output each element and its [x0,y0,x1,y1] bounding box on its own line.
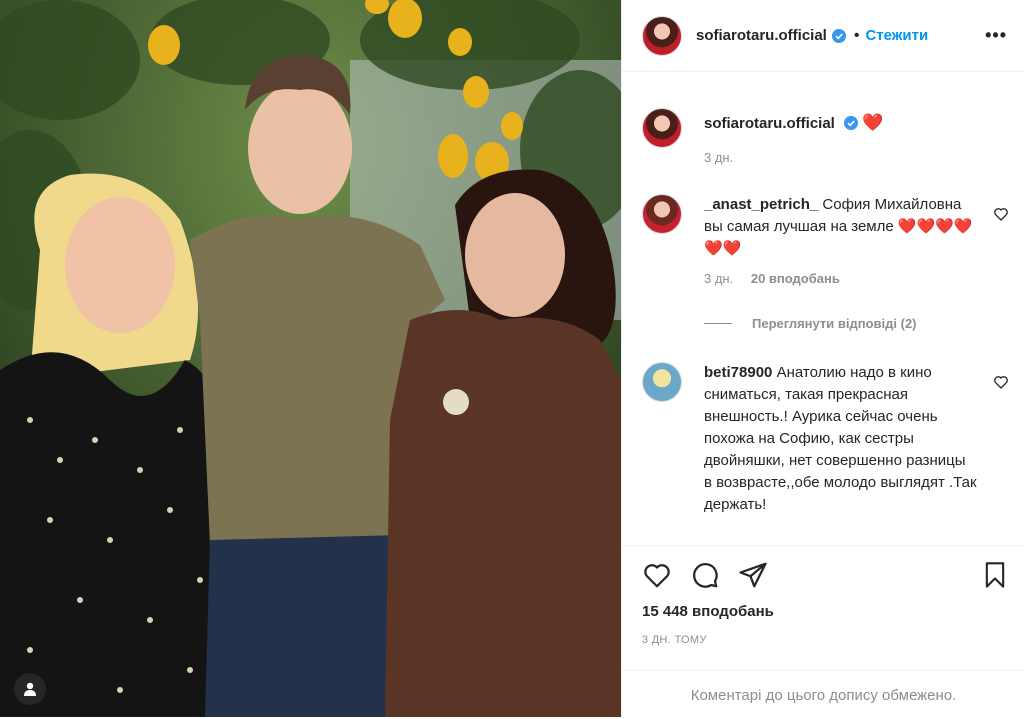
caption-time[interactable]: 3 дн. [704,150,733,165]
verified-badge-icon [831,28,846,43]
post-photo[interactable] [0,0,621,717]
post-actions: 15 448 вподобань 3 ДН. ТОМУ Коментарі до… [622,545,1024,718]
comment-text: Анатолию надо в кино сниматься, такая пр… [704,364,977,513]
replies-divider [704,323,732,324]
post-header: sofiarotaru.official • Стежити ••• [622,0,1024,72]
like-comment-heart-icon[interactable] [993,374,1009,390]
commenter-avatar[interactable] [642,194,682,234]
comment-time[interactable]: 3 дн. [704,271,733,286]
comment-likes[interactable]: 20 вподобань [751,271,840,286]
follow-button[interactable]: Стежити [865,27,928,44]
verified-badge-icon [844,116,859,130]
comment-bubble-icon[interactable] [690,560,720,590]
comment-username[interactable]: beti78900 [704,364,772,381]
view-replies-button[interactable]: Переглянути відповіді (2) [704,316,917,331]
post-sidebar: sofiarotaru.official • Стежити ••• sofia… [621,0,1024,717]
commenter-avatar[interactable] [642,362,682,402]
author-username[interactable]: sofiarotaru.official [696,27,827,44]
like-comment-heart-icon[interactable] [993,206,1009,222]
author-avatar[interactable] [642,15,682,56]
post-date[interactable]: 3 ДН. ТОМУ [642,634,707,646]
action-icons-bar [642,560,1009,592]
comments-list[interactable]: sofiarotaru.official ❤️ 3 дн. _anast_pet… [622,90,1024,540]
caption-avatar[interactable] [642,108,682,148]
separator-dot: • [853,26,860,44]
caption-username[interactable]: sofiarotaru.official [704,115,835,132]
share-paper-plane-icon[interactable] [738,560,768,590]
save-bookmark-icon[interactable] [981,560,1009,590]
post-image [0,0,621,717]
view-replies-label: Переглянути відповіді (2) [752,316,917,331]
like-heart-icon[interactable] [642,560,672,590]
caption-text: ❤️ [862,113,884,132]
user-icon [24,682,36,696]
tagged-users-button[interactable] [14,673,46,705]
comment-username[interactable]: _anast_petrich_ [704,196,818,213]
post-likes-count[interactable]: 15 448 вподобань [642,603,774,620]
comments-limited-notice: Коментарі до цього допису обмежено. [622,670,1024,719]
more-options-button[interactable]: ••• [985,25,1007,46]
